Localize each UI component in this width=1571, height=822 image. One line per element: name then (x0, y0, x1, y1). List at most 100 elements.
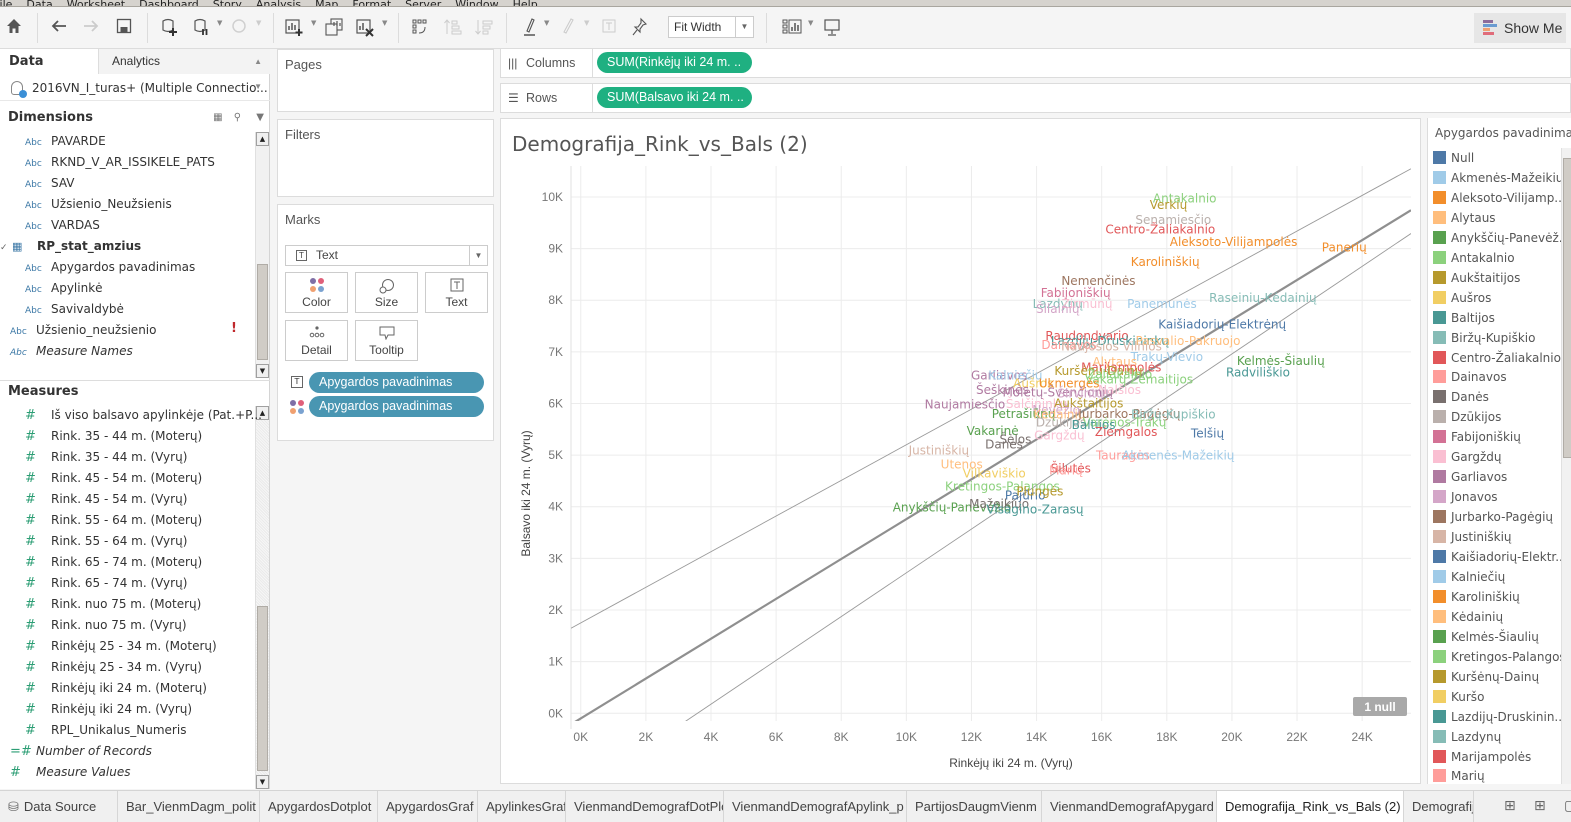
text-mark[interactable]: Marių (1049, 464, 1083, 478)
dimension-field[interactable]: Abc Apylinkė (25, 278, 103, 298)
tab-analytics[interactable]: Analytics ▲ ▼ (98, 49, 270, 91)
scroll-down-icon[interactable]: ▼ (256, 775, 269, 789)
menu-help[interactable]: Help (513, 0, 538, 6)
measure-field[interactable]: # Rink. 55 - 64 m. (Moterų) (25, 510, 202, 530)
fit-dropdown[interactable]: Fit Width ▼ (668, 16, 754, 38)
measure-field[interactable]: # Rinkėjų 25 - 34 m. (Moterų) (25, 636, 217, 656)
menu-worksheet[interactable]: Worksheet (67, 0, 125, 6)
legend-item[interactable]: Lazdijų-Druskinin.. (1433, 707, 1562, 727)
text-mark[interactable]: Raseinių-Kėdainių (1209, 291, 1317, 305)
sheet-tab[interactable]: Demografija_Rink_vs_Bals (2) (1217, 791, 1404, 822)
measure-field[interactable]: # Rinkėjų iki 24 m. (Vyrų) (25, 699, 192, 719)
text-mark[interactable]: Šilainių (1036, 301, 1080, 316)
measure-field[interactable]: # Measure Values (10, 762, 130, 782)
dimension-field[interactable]: Abc Užsienio_neužsienio (10, 320, 156, 340)
text-mark[interactable]: Visagino-Zarasų (986, 502, 1083, 516)
legend-item[interactable]: Kuršėnų-Dainų (1433, 667, 1539, 687)
sheet-tab[interactable]: ApylinkesGraf (478, 791, 566, 822)
menu-window[interactable]: Window (455, 0, 498, 6)
legend-item[interactable]: Alytaus (1433, 208, 1496, 228)
text-mark[interactable]: Danės (985, 437, 1023, 451)
menu-data[interactable]: Data (26, 0, 52, 6)
measure-field[interactable]: # Rink. 65 - 74 m. (Moterų) (25, 552, 202, 572)
measure-field[interactable]: # Rink. nuo 75 m. (Moterų) (25, 594, 201, 614)
text-pill[interactable]: Apygardos pavadinimas (309, 372, 484, 393)
view-data-icon[interactable]: ▦ (213, 112, 222, 123)
home-icon[interactable] (3, 17, 25, 39)
text-mark[interactable]: Panerių (1322, 241, 1367, 255)
highlight-dropdown-icon[interactable]: ▼ (544, 19, 549, 27)
legend-item[interactable]: Baltijos (1433, 308, 1495, 328)
legend-item[interactable]: Karoliniškių (1433, 587, 1520, 607)
legend-item[interactable]: Kelmės-Šiaulių (1433, 627, 1539, 647)
presentation-icon[interactable] (821, 17, 843, 39)
pause-dropdown-icon[interactable]: ▼ (217, 19, 222, 27)
legend-item[interactable]: Jonavos (1433, 487, 1498, 507)
chevron-down-icon[interactable]: ▼ (256, 112, 264, 123)
text-mark[interactable]: Karoliniškių (1131, 255, 1200, 269)
scroll-thumb[interactable] (1563, 158, 1571, 458)
legend-item[interactable]: Marijampolės (1433, 747, 1531, 767)
legend-item[interactable]: Marių (1433, 766, 1485, 786)
group-dropdown-icon[interactable]: ▼ (584, 19, 589, 27)
menu-dashboard[interactable]: Dashboard (139, 0, 199, 6)
new-datasource-icon[interactable] (158, 17, 180, 39)
search-icon[interactable]: ⚲ (234, 112, 241, 123)
group-icon[interactable] (557, 17, 579, 39)
sheet-tab[interactable]: Bar_VienmDagm_polit (118, 791, 260, 822)
measure-field[interactable]: # Rink. nuo 75 m. (Vyrų) (25, 615, 187, 635)
menu-format[interactable]: Format (352, 0, 391, 6)
sheet-tab[interactable]: ApygardosGraf (378, 791, 478, 822)
text-mark[interactable]: Aleksoto-Vilijampolės (1170, 235, 1298, 249)
tab-data[interactable]: Data (0, 49, 98, 74)
columns-pill[interactable]: SUM(Rinkėjų iki 24 m. .. (597, 52, 752, 73)
text-mark[interactable]: Akmenės-Mažeikių (1122, 449, 1235, 463)
dimension-field[interactable]: Abc RKND_V_AR_ISSIKELE_PATS (25, 152, 215, 172)
pages-card[interactable]: Pages (277, 49, 494, 112)
detail-button[interactable]: Detail (285, 320, 348, 361)
sheet-tab[interactable]: ⛁ Data Source (0, 791, 118, 822)
dimension-field[interactable]: Abc Apygardos pavadinimas (25, 257, 195, 277)
sheet-tab[interactable]: VienmandDemografDotPlot (566, 791, 724, 822)
legend-item[interactable]: Garliavos (1433, 467, 1507, 487)
legend-item[interactable]: Lazdynų (1433, 727, 1501, 747)
scroll-thumb[interactable] (257, 606, 268, 771)
pin-icon[interactable] (629, 17, 651, 39)
tooltip-button[interactable]: Tooltip (355, 320, 418, 361)
sheet-tab[interactable]: Demografija_Rink_vs_Bals (1404, 791, 1474, 822)
measure-field[interactable]: # Rink. 35 - 44 m. (Vyrų) (25, 447, 187, 467)
measure-field[interactable]: =# Number of Records (10, 741, 152, 761)
measure-field[interactable]: # Rinkėjų 25 - 34 m. (Vyrų) (25, 657, 202, 677)
dimension-field[interactable]: Abc Measure Names (10, 341, 133, 361)
menu-story[interactable]: Story (213, 0, 242, 6)
columns-shelf[interactable]: ||| Columns SUM(Rinkėjų iki 24 m. .. (500, 48, 1571, 78)
text-mark[interactable]: Gargždų (1034, 428, 1085, 442)
legend-item[interactable]: Aušros (1433, 288, 1491, 308)
text-mark[interactable]: Ziemgalos (1095, 425, 1158, 439)
legend-item[interactable]: Dainavos (1433, 367, 1507, 387)
legend-item[interactable]: Centro-Žaliakalnio (1433, 348, 1561, 368)
rows-pill[interactable]: SUM(Balsavo iki 24 m. .. (597, 87, 752, 108)
text-mark[interactable]: Verkių (1150, 198, 1188, 212)
text-mark[interactable]: Telšių (1190, 426, 1225, 440)
menu-file[interactable]: File (0, 0, 12, 6)
legend-item[interactable]: Kretingos-Palangos (1433, 647, 1566, 667)
size-button[interactable]: Size (355, 272, 418, 313)
highlight-icon[interactable] (519, 17, 541, 39)
dimension-field[interactable]: ✓ ▦ RP_stat_amzius (0, 236, 141, 256)
sheet-tab[interactable]: ApygardosDotplot (260, 791, 378, 822)
filters-card[interactable]: Filters (277, 119, 494, 197)
y-axis-title[interactable]: Balsavo iki 24 m. (Vyrų) (519, 430, 533, 556)
new-dashboard-tab-icon[interactable]: ⊞ (1534, 798, 1546, 814)
sheet-tab[interactable]: VienmandDemografApygard (1042, 791, 1217, 822)
duplicate-sheet-icon[interactable] (323, 17, 345, 39)
scroll-down-icon[interactable]: ▼ (256, 364, 269, 378)
forward-icon[interactable] (80, 17, 102, 39)
legend-item[interactable]: Kuršo (1433, 687, 1484, 707)
measure-field[interactable]: # Rink. 55 - 64 m. (Vyrų) (25, 531, 187, 551)
text-mark[interactable]: Panemunės (1127, 297, 1197, 311)
dimension-field[interactable]: Abc Užsienio_Neužsienis (25, 194, 172, 214)
menu-map[interactable]: Map (315, 0, 338, 6)
measure-field[interactable]: # Rink. 45 - 54 m. (Vyrų) (25, 489, 187, 509)
expand-icon[interactable]: ✓ (0, 238, 12, 258)
